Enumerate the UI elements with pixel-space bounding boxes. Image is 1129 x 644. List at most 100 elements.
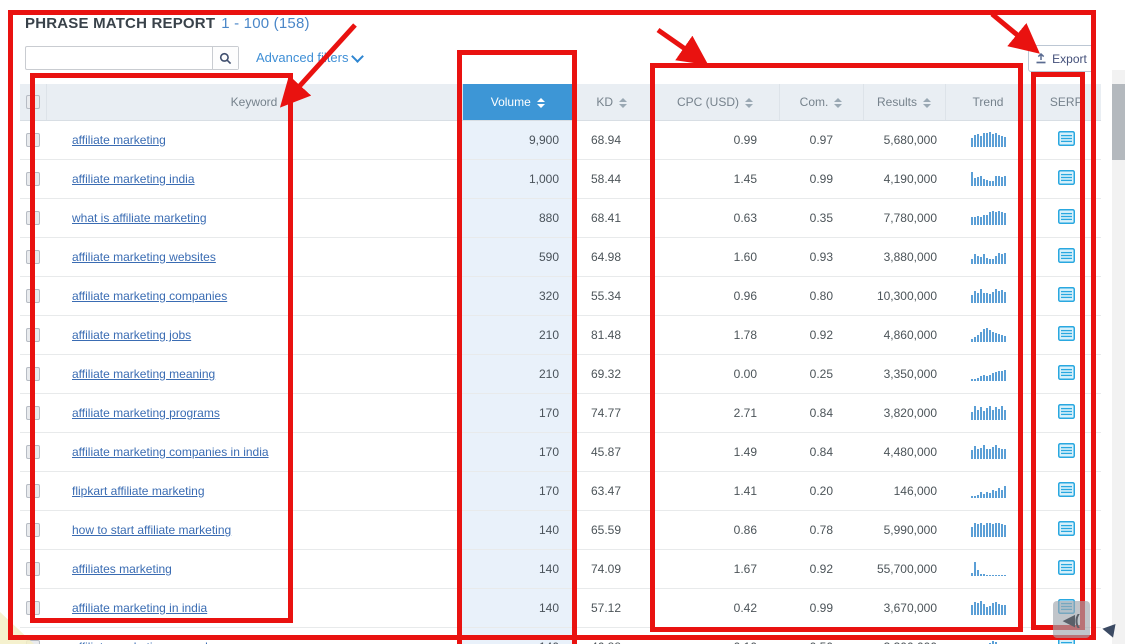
table-row: affiliates marketing14074.091.670.9255,7… <box>20 550 1101 589</box>
com-cell: 0.50 <box>779 628 863 644</box>
kd-cell: 69.32 <box>573 355 651 394</box>
serp-button[interactable] <box>1058 291 1075 305</box>
select-all-checkbox[interactable] <box>26 95 40 109</box>
row-checkbox[interactable] <box>26 250 40 264</box>
serp-button[interactable] <box>1058 135 1075 149</box>
trend-cell <box>945 550 1031 589</box>
column-header-cpc[interactable]: CPC (USD) <box>651 84 779 121</box>
results-cell: 5,990,000 <box>863 511 945 550</box>
column-label: Volume <box>491 95 531 109</box>
serp-button[interactable] <box>1058 252 1075 266</box>
row-checkbox[interactable] <box>26 523 40 537</box>
serp-button[interactable] <box>1058 486 1075 500</box>
table-row: affiliate marketing websites59064.981.60… <box>20 238 1101 277</box>
com-cell: 0.93 <box>779 238 863 277</box>
row-checkbox[interactable] <box>26 406 40 420</box>
row-checkbox[interactable] <box>26 445 40 459</box>
serp-button[interactable] <box>1058 408 1075 422</box>
serp-button[interactable] <box>1058 174 1075 188</box>
trend-sparkline <box>971 208 1006 225</box>
trend-sparkline <box>971 169 1006 186</box>
kd-cell: 64.98 <box>573 238 651 277</box>
kd-cell: 68.94 <box>573 121 651 160</box>
keyword-link[interactable]: affiliate marketing companies in india <box>47 445 269 459</box>
results-cell: 4,480,000 <box>863 433 945 472</box>
column-header-com[interactable]: Com. <box>779 84 863 121</box>
video-volume-overlay-icon: ◀( <box>1053 601 1090 638</box>
results-cell: 3,670,000 <box>863 589 945 628</box>
search-button[interactable] <box>212 47 238 69</box>
keyword-link[interactable]: flipkart affiliate marketing <box>47 484 205 498</box>
annotation-arrow-export <box>992 14 1033 48</box>
trend-cell <box>945 394 1031 433</box>
keyword-link[interactable]: affiliates marketing <box>47 562 172 576</box>
com-cell: 0.99 <box>779 160 863 199</box>
advanced-filters-label: Advanced filters <box>256 50 349 65</box>
serp-list-icon <box>1058 131 1075 146</box>
row-checkbox[interactable] <box>26 289 40 303</box>
keyword-link[interactable]: affiliate marketing india <box>47 172 195 186</box>
serp-list-icon <box>1058 521 1075 536</box>
serp-button[interactable] <box>1058 213 1075 227</box>
kd-cell: 45.87 <box>573 433 651 472</box>
trend-sparkline <box>971 247 1006 264</box>
serp-list-icon <box>1058 443 1075 458</box>
search-input[interactable] <box>26 47 212 69</box>
trend-sparkline <box>971 325 1006 342</box>
results-cell: 3,820,000 <box>863 394 945 433</box>
keyword-link[interactable]: affiliate marketing websites <box>47 250 216 264</box>
com-cell: 0.78 <box>779 511 863 550</box>
keyword-link[interactable]: affiliate marketing in india <box>47 601 207 615</box>
sort-arrows-icon <box>923 98 931 108</box>
keyword-link[interactable]: affiliate marketing <box>47 133 166 147</box>
row-checkbox[interactable] <box>26 211 40 225</box>
serp-button[interactable] <box>1058 447 1075 461</box>
column-header-kd[interactable]: KD <box>573 84 651 121</box>
row-checkbox[interactable] <box>26 367 40 381</box>
serp-list-icon <box>1058 560 1075 575</box>
phrase-match-report-page: PHRASE MATCH REPORT1 - 100 (158) Advance… <box>0 0 1129 644</box>
serp-button[interactable] <box>1058 564 1075 578</box>
advanced-filters-link[interactable]: Advanced filters <box>256 50 362 65</box>
kd-cell: 81.48 <box>573 316 651 355</box>
export-button[interactable]: Export <box>1028 45 1094 72</box>
results-cell: 55,700,000 <box>863 550 945 589</box>
column-header-volume[interactable]: Volume <box>462 84 573 121</box>
kd-cell: 74.09 <box>573 550 651 589</box>
kd-cell: 68.41 <box>573 199 651 238</box>
trend-sparkline <box>971 520 1006 537</box>
keyword-link[interactable]: how to start affiliate marketing <box>47 523 231 537</box>
keyword-link[interactable]: affiliate marketing examples <box>47 640 221 644</box>
results-cell: 3,300,000 <box>863 628 945 644</box>
table-row: affiliate marketing meaning21069.320.000… <box>20 355 1101 394</box>
com-cell: 0.99 <box>779 589 863 628</box>
column-label: Results <box>877 95 917 109</box>
keyword-link[interactable]: what is affiliate marketing <box>47 211 207 225</box>
trend-cell <box>945 199 1031 238</box>
keyword-link[interactable]: affiliate marketing meaning <box>47 367 215 381</box>
row-checkbox[interactable] <box>26 133 40 147</box>
serp-button[interactable] <box>1058 525 1075 539</box>
column-header-select[interactable] <box>20 84 46 121</box>
table-row: affiliate marketing jobs21081.481.780.92… <box>20 316 1101 355</box>
trend-sparkline <box>971 559 1006 576</box>
row-checkbox[interactable] <box>26 601 40 615</box>
row-checkbox[interactable] <box>26 172 40 186</box>
row-checkbox[interactable] <box>26 562 40 576</box>
column-header-results[interactable]: Results <box>863 84 945 121</box>
row-checkbox[interactable] <box>26 484 40 498</box>
keyword-link[interactable]: affiliate marketing companies <box>47 289 227 303</box>
column-label: Keyword <box>231 95 278 109</box>
column-label: KD <box>596 95 613 109</box>
com-cell: 0.92 <box>779 316 863 355</box>
results-cell: 10,300,000 <box>863 277 945 316</box>
serp-button[interactable] <box>1058 369 1075 383</box>
keyword-link[interactable]: affiliate marketing programs <box>47 406 220 420</box>
vertical-scrollbar-thumb[interactable] <box>1112 84 1125 160</box>
row-checkbox[interactable] <box>26 328 40 342</box>
serp-list-icon <box>1058 170 1075 185</box>
keyword-link[interactable]: affiliate marketing jobs <box>47 328 191 342</box>
kd-cell: 74.77 <box>573 394 651 433</box>
serp-button[interactable] <box>1058 330 1075 344</box>
volume-cell: 210 <box>462 355 573 394</box>
